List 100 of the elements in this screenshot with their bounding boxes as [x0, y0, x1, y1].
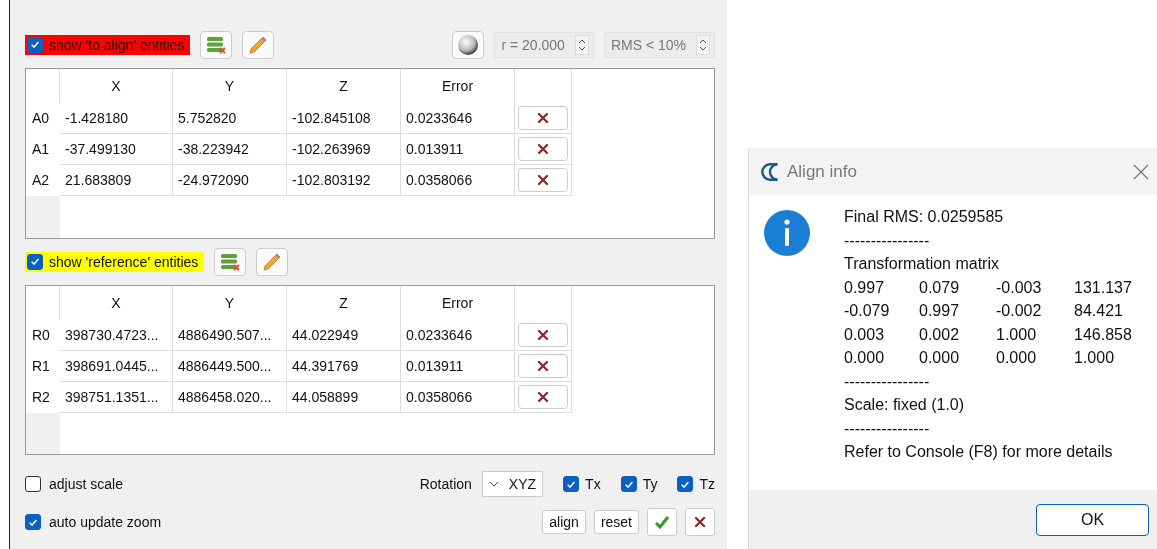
info-text: ---------------- [844, 230, 931, 251]
layers-icon [206, 34, 227, 55]
checkmark-icon [31, 258, 39, 266]
cross-icon [537, 111, 549, 124]
column-header: Y [173, 68, 287, 103]
cross-icon [537, 359, 549, 372]
table-cell: 44.022949 [287, 319, 401, 351]
cancel-button[interactable] [685, 508, 715, 537]
table-cell: 398730.4723... [60, 319, 173, 351]
translation-checkbox[interactable]: Tx [563, 476, 601, 493]
auto-update-zoom-checkbox[interactable]: auto update zoom [25, 514, 162, 531]
table-cell: 0.013911 [401, 133, 515, 165]
delete-button[interactable] [518, 136, 568, 161]
row-header-background [26, 195, 60, 238]
matrix-value: 0.997 [844, 277, 886, 298]
table-cell: -37.499130 [60, 133, 173, 165]
matrix-value: 84.421 [1074, 301, 1124, 321]
table-cell: 4886458.020... [173, 381, 287, 413]
table-cell: -102.803192 [287, 164, 401, 196]
table-cell: 398691.0445... [60, 350, 173, 382]
confirm-button[interactable] [647, 508, 677, 537]
table-cell: 5.752820 [173, 102, 287, 134]
checkmark-icon [654, 514, 670, 531]
action-button[interactable]: reset [593, 510, 639, 535]
ok-button[interactable]: OK [1036, 503, 1149, 536]
adjust-scale-checkbox[interactable]: adjust scale [25, 476, 123, 493]
matrix-value: 0.079 [919, 277, 961, 298]
matrix-value: 1.000 [1074, 348, 1116, 368]
column-header: Z [287, 68, 401, 103]
show-entities-checkbox[interactable]: show 'to align' entities [25, 34, 191, 55]
matrix-value: 0.003 [844, 324, 886, 345]
info-text: Transformation matrix [844, 254, 1000, 274]
delete-button[interactable] [518, 105, 568, 130]
table-cell: -102.263969 [287, 133, 401, 165]
app-logo-icon [761, 162, 779, 181]
delete-button[interactable] [518, 384, 568, 409]
column-header: X [60, 285, 173, 320]
edit-button[interactable] [242, 30, 275, 59]
delete-button[interactable] [518, 167, 568, 192]
table-cell: -38.223942 [173, 133, 287, 165]
sphere-button[interactable] [452, 30, 485, 59]
matrix-value: 0.997 [919, 301, 961, 321]
show-entities-checkbox[interactable]: show 'reference' entities [25, 251, 205, 272]
table-cell: 4886490.507... [173, 319, 287, 351]
matrix-value: 0.000 [919, 348, 961, 368]
checkmark-icon [29, 518, 37, 526]
edit-button[interactable] [256, 247, 289, 276]
cross-icon [694, 516, 706, 529]
layers-icon [220, 251, 241, 272]
translation-checkbox[interactable]: Ty [620, 476, 658, 493]
info-text: ---------------- [844, 371, 931, 392]
matrix-value: 0.000 [844, 348, 886, 368]
delete-button[interactable] [518, 322, 568, 347]
spin-arrows-icon [696, 34, 710, 55]
pencil-icon [262, 251, 283, 272]
info-text: ---------------- [844, 418, 931, 439]
row-header-background [26, 412, 60, 455]
table-cell: 0.0358066 [401, 381, 515, 413]
pencil-icon [248, 34, 269, 55]
cross-icon [537, 142, 549, 155]
row-header: A0 [31, 108, 51, 128]
column-header: X [60, 68, 173, 103]
checkmark-icon [31, 41, 39, 49]
column-header: Y [173, 285, 287, 320]
matrix-value: -0.002 [996, 301, 1043, 321]
table-cell: -24.972090 [173, 164, 287, 196]
close-icon[interactable] [1133, 163, 1149, 180]
column-header: Error [401, 68, 515, 103]
table-cell: 44.391769 [287, 350, 401, 382]
spin-arrows-icon [574, 34, 589, 55]
table-cell: 21.683809 [60, 164, 173, 196]
info-text: Final RMS: 0.0259585 [844, 207, 1005, 227]
sphere-icon [457, 33, 480, 56]
rotation-label: Rotation [419, 476, 472, 493]
row-header: R2 [31, 387, 51, 407]
table-cell: 0.0233646 [401, 319, 515, 351]
table-cell: 44.058899 [287, 381, 401, 413]
action-button[interactable]: align [542, 510, 586, 535]
table-cell: 0.0233646 [401, 102, 515, 134]
info-text: Refer to Console (F8) for more details [844, 442, 1114, 462]
matrix-value: 1.000 [996, 324, 1038, 345]
table-cell: 398751.1351... [60, 381, 173, 413]
info-icon [763, 209, 811, 257]
column-header: Error [401, 285, 515, 320]
table-cell: 0.013911 [401, 350, 515, 382]
layers-button[interactable] [200, 30, 233, 59]
matrix-value: -0.079 [844, 301, 891, 321]
column-header: Z [287, 285, 401, 320]
table-cell: -1.428180 [60, 102, 173, 134]
layers-button[interactable] [214, 247, 247, 276]
row-header: A2 [31, 170, 51, 190]
row-header: R0 [31, 325, 51, 345]
chevron-icon [488, 481, 499, 488]
rotation-dropdown[interactable]: XYZ [481, 471, 544, 498]
delete-button[interactable] [518, 353, 568, 378]
table-cell: 0.0358066 [401, 164, 515, 196]
checkmark-icon [624, 480, 633, 488]
table-cell: -102.845108 [287, 102, 401, 134]
translation-checkbox[interactable]: Tz [677, 476, 715, 493]
cross-icon [537, 328, 549, 341]
